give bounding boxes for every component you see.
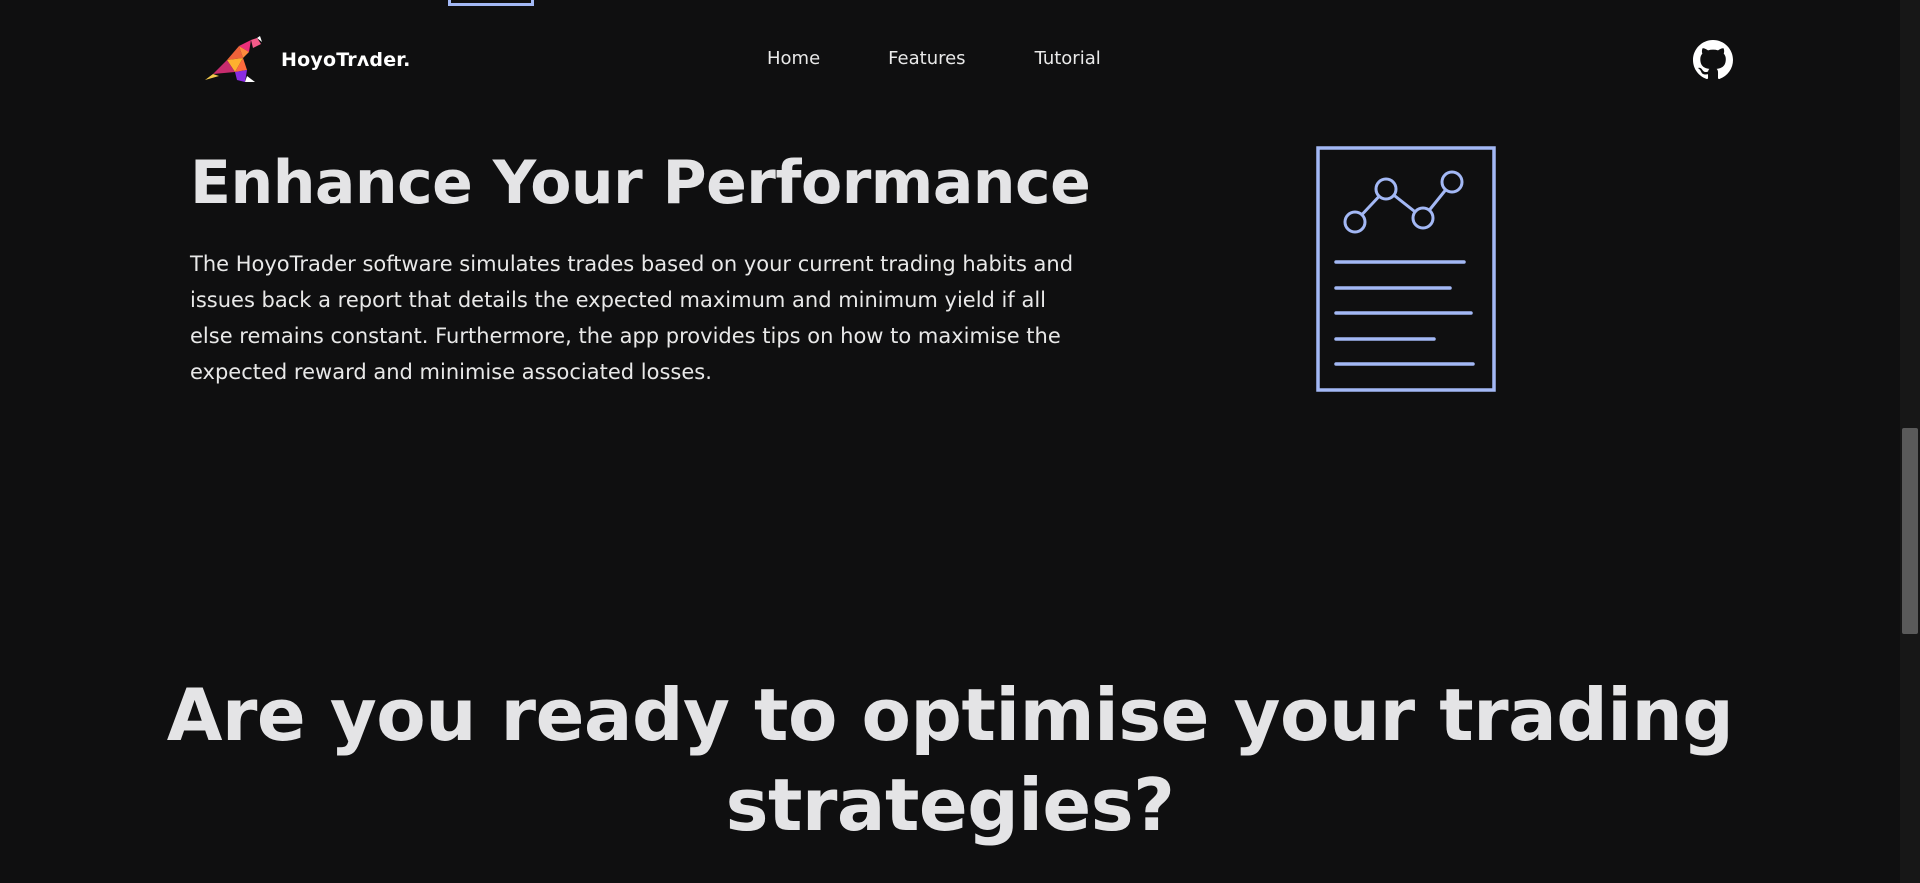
- nav-tutorial-link[interactable]: Tutorial: [1035, 48, 1101, 69]
- performance-title: Enhance Your Performance: [190, 148, 1091, 218]
- nav-features-link[interactable]: Features: [888, 48, 965, 69]
- navbar: HoyoTrʌder. Home Features Tutorial: [0, 28, 1900, 92]
- nav-home-link[interactable]: Home: [767, 48, 820, 69]
- brand-name: HoyoTrʌder.: [281, 49, 411, 71]
- previous-illustration-edge: [448, 0, 534, 6]
- performance-description: The HoyoTrader software simulates trades…: [190, 252, 1074, 384]
- page: HoyoTrʌder. Home Features Tutorial Enhan…: [0, 0, 1920, 883]
- nav-links: Home Features Tutorial: [767, 48, 1101, 69]
- brand-logo-link[interactable]: HoyoTrʌder.: [205, 36, 411, 84]
- github-icon[interactable]: [1693, 40, 1733, 80]
- scrollbar-thumb[interactable]: [1902, 428, 1918, 634]
- vertical-scrollbar[interactable]: [1900, 0, 1920, 883]
- cta-heading: Are you ready to optimise your trading s…: [166, 673, 1734, 847]
- report-chart-icon: [1316, 146, 1496, 392]
- kangaroo-logo-icon: [205, 36, 262, 82]
